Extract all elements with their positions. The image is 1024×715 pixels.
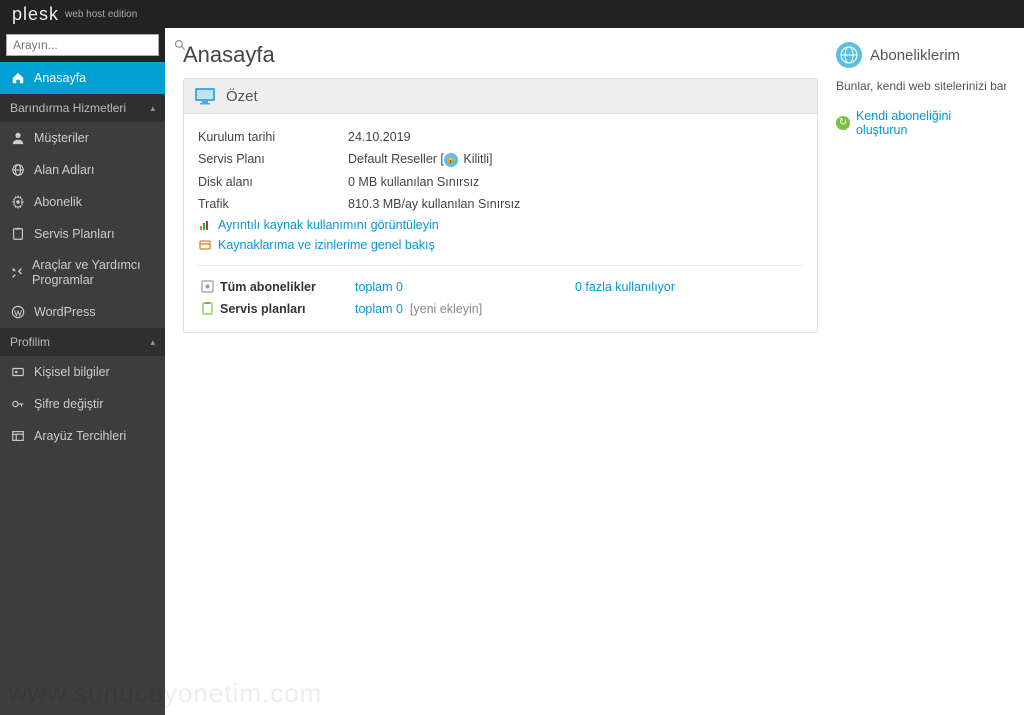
layout-icon bbox=[10, 428, 26, 444]
side-panel-heading: Aboneliklerim bbox=[870, 47, 960, 64]
sidebar-item-interface[interactable]: Arayüz Tercihleri bbox=[0, 420, 165, 452]
sidebar-item-label: Abonelik bbox=[34, 195, 82, 209]
search-input[interactable] bbox=[7, 38, 174, 52]
gear-icon bbox=[10, 194, 26, 210]
info-label: Servis Planı bbox=[198, 152, 348, 167]
stat-label: Servis planları bbox=[220, 302, 355, 316]
info-row-traffic: Trafik 810.3 MB/ay kullanılan Sınırsız bbox=[198, 193, 803, 215]
info-value: 0 MB kullanılan Sınırsız bbox=[348, 175, 479, 189]
link-detailed-usage[interactable]: Ayrıntılı kaynak kullanımını görüntüleyi… bbox=[198, 215, 803, 235]
sidebar-item-label: Arayüz Tercihleri bbox=[34, 429, 126, 443]
sidebar-item-service-plans[interactable]: Servis Planları bbox=[0, 218, 165, 250]
person-icon bbox=[10, 130, 26, 146]
create-subscription-link[interactable]: ↻ Kendi aboneliğini oluşturun bbox=[836, 109, 1006, 137]
sidebar-section-label: Profilim bbox=[10, 335, 50, 349]
sidebar-item-label: Araçlar ve Yardımcı Programlar bbox=[32, 258, 155, 288]
globe-icon bbox=[10, 162, 26, 178]
summary-panel-header: Özet bbox=[184, 79, 817, 114]
sidebar-item-label: Alan Adları bbox=[34, 163, 94, 177]
brand-edition: web host edition bbox=[65, 9, 137, 20]
sidebar-item-home[interactable]: Anasayfa bbox=[0, 62, 165, 94]
search-wrap bbox=[0, 28, 165, 62]
card-icon bbox=[198, 238, 212, 252]
info-row-disk: Disk alanı 0 MB kullanılan Sınırsız bbox=[198, 171, 803, 193]
side-panel-text: Bunlar, kendi web sitelerinizi barı bbox=[836, 78, 1006, 95]
stat-row-plans: Servis planları toplam 0 [yeni ekleyin] bbox=[198, 298, 803, 320]
stat-total-link[interactable]: toplam 0 bbox=[355, 302, 403, 316]
link-text[interactable]: Kendi aboneliğini oluşturun bbox=[856, 109, 1006, 137]
sidebar-section-profile[interactable]: Profilim ▴ bbox=[0, 328, 165, 356]
lock-icon: 🔒 bbox=[444, 153, 458, 167]
sidebar-item-label: WordPress bbox=[34, 305, 96, 319]
stat-row-subscriptions: Tüm abonelikler toplam 0 0 fazla kullanı… bbox=[198, 276, 803, 298]
sidebar-item-label: Anasayfa bbox=[34, 71, 86, 85]
info-label: Disk alanı bbox=[198, 175, 348, 189]
sidebar-item-subscription[interactable]: Abonelik bbox=[0, 186, 165, 218]
sidebar-item-label: Şifre değiştir bbox=[34, 397, 103, 411]
topbar: plesk web host edition bbox=[0, 0, 1024, 28]
chart-icon bbox=[198, 218, 212, 232]
subscriptions-side-panel: Aboneliklerim Bunlar, kendi web siteleri… bbox=[836, 42, 1006, 701]
link-text[interactable]: Ayrıntılı kaynak kullanımını görüntüleyi… bbox=[218, 218, 439, 232]
sidebar-item-label: Servis Planları bbox=[34, 227, 115, 241]
home-icon bbox=[10, 70, 26, 86]
sidebar: Anasayfa Barındırma Hizmetleri ▴ Müşteri… bbox=[0, 28, 165, 715]
wordpress-icon bbox=[10, 304, 26, 320]
chevron-up-icon: ▴ bbox=[150, 337, 155, 348]
main-content: Anasayfa Özet Kurulum tarihi 24.10.2019 … bbox=[165, 28, 1024, 715]
info-value: 810.3 MB/ay kullanılan Sınırsız bbox=[348, 197, 520, 211]
plans-icon bbox=[198, 302, 216, 315]
id-card-icon bbox=[10, 364, 26, 380]
monitor-icon bbox=[194, 87, 216, 105]
stat-label: Tüm abonelikler bbox=[220, 280, 355, 294]
service-plan-locked: Kilitli] bbox=[463, 152, 492, 166]
side-panel-title: Aboneliklerim bbox=[836, 42, 1006, 68]
service-plan-prefix: Default Reseller [ bbox=[348, 152, 444, 166]
tools-icon bbox=[10, 265, 24, 281]
page-title: Anasayfa bbox=[183, 42, 818, 68]
info-label: Kurulum tarihi bbox=[198, 130, 348, 144]
sidebar-item-personal[interactable]: Kişisel bilgiler bbox=[0, 356, 165, 388]
link-text[interactable]: Kaynaklarıma ve izinlerime genel bakış bbox=[218, 238, 435, 252]
link-permissions-overview[interactable]: Kaynaklarıma ve izinlerime genel bakış bbox=[198, 235, 803, 255]
sidebar-item-password[interactable]: Şifre değiştir bbox=[0, 388, 165, 420]
subscriptions-icon bbox=[198, 280, 216, 293]
sidebar-item-tools[interactable]: Araçlar ve Yardımcı Programlar bbox=[0, 250, 165, 296]
stat-extra-link[interactable]: 0 fazla kullanılıyor bbox=[575, 280, 675, 294]
sidebar-section-hosting[interactable]: Barındırma Hizmetleri ▴ bbox=[0, 94, 165, 122]
separator bbox=[198, 265, 803, 266]
sidebar-item-customers[interactable]: Müşteriler bbox=[0, 122, 165, 154]
info-label: Trafik bbox=[198, 197, 348, 211]
info-value: Default Reseller [🔒 Kilitli] bbox=[348, 152, 493, 167]
summary-panel: Özet Kurulum tarihi 24.10.2019 Servis Pl… bbox=[183, 78, 818, 333]
key-icon bbox=[10, 396, 26, 412]
clipboard-icon bbox=[10, 226, 26, 242]
stat-add-new[interactable]: [yeni ekleyin] bbox=[410, 302, 482, 316]
search-box[interactable] bbox=[6, 34, 159, 56]
sidebar-item-label: Müşteriler bbox=[34, 131, 89, 145]
info-row-install-date: Kurulum tarihi 24.10.2019 bbox=[198, 126, 803, 148]
sidebar-item-label: Kişisel bilgiler bbox=[34, 365, 110, 379]
refresh-icon: ↻ bbox=[836, 116, 850, 130]
info-row-service-plan: Servis Planı Default Reseller [🔒 Kilitli… bbox=[198, 148, 803, 171]
summary-heading: Özet bbox=[226, 88, 258, 105]
sidebar-item-domains[interactable]: Alan Adları bbox=[0, 154, 165, 186]
brand-logo: plesk bbox=[12, 4, 59, 25]
globe-large-icon bbox=[836, 42, 862, 68]
stat-total-link[interactable]: toplam 0 bbox=[355, 280, 403, 294]
sidebar-item-wordpress[interactable]: WordPress bbox=[0, 296, 165, 328]
info-value: 24.10.2019 bbox=[348, 130, 411, 144]
sidebar-section-label: Barındırma Hizmetleri bbox=[10, 101, 126, 115]
chevron-up-icon: ▴ bbox=[150, 103, 155, 114]
